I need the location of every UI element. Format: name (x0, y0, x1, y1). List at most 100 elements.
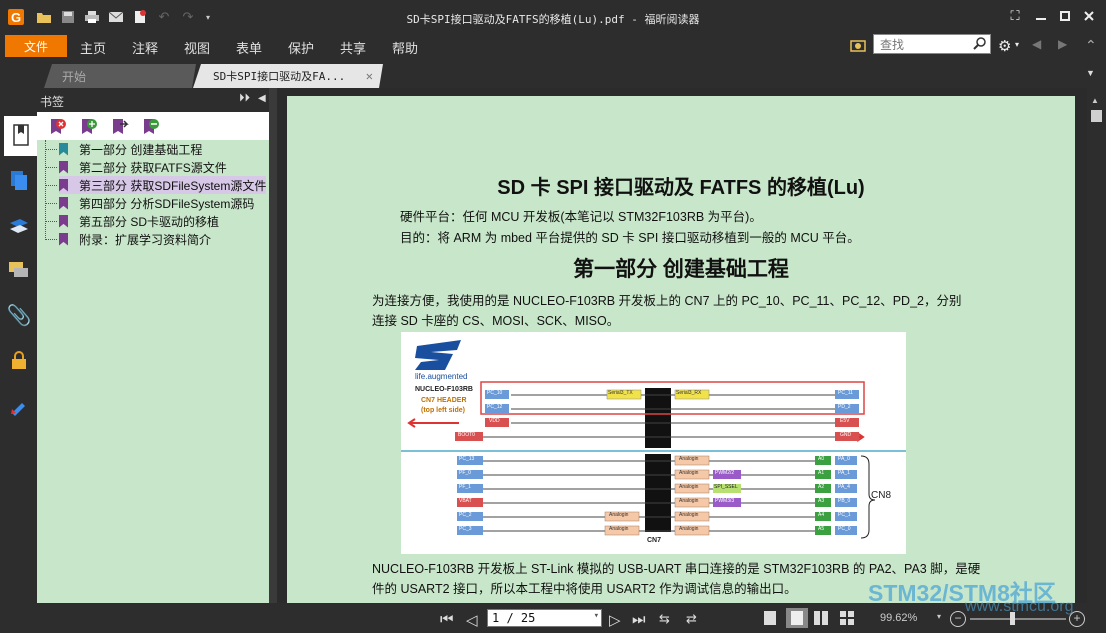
tree-connector (45, 221, 57, 222)
single-page-icon[interactable] (764, 611, 776, 625)
undo-icon[interactable]: ↶ (156, 9, 172, 25)
bookmark-toolbar (37, 112, 269, 140)
search-icon[interactable] (973, 36, 987, 53)
two-page-icon[interactable] (814, 611, 828, 628)
app-logo-icon[interactable]: G (8, 9, 24, 25)
camera-icon[interactable] (850, 37, 868, 56)
delete-bookmark-icon[interactable] (49, 118, 67, 139)
menu-protect[interactable]: 保护 (288, 38, 314, 57)
bookmark-item[interactable]: 第五部分 SD卡驱动的移植 (59, 212, 219, 230)
bookmark-item[interactable]: 附录：扩展学习资料简介 (59, 230, 211, 248)
vertical-scrollbar[interactable]: ▲ (1087, 88, 1106, 603)
previous-page-icon[interactable]: ◁ (466, 611, 478, 629)
document-viewport[interactable]: SD 卡 SPI 接口驱动及 FATFS 的移植(Lu) 硬件平台：任何 MCU… (277, 88, 1087, 616)
pdf-page: SD 卡 SPI 接口驱动及 FATFS 的移植(Lu) 硬件平台：任何 MCU… (287, 96, 1075, 616)
zoom-level[interactable]: 99.62% (880, 612, 917, 624)
menu-file[interactable]: 文件 (5, 35, 67, 57)
pinout-figure: life.augmented NUCLEO-F103RB CN7 HEADER … (401, 332, 906, 554)
zoom-slider[interactable] (970, 612, 1066, 625)
menu-view[interactable]: 视图 (184, 38, 210, 57)
minimize-icon[interactable] (1031, 7, 1051, 25)
pin-label: BOOT0 (458, 432, 475, 438)
panel-splitter[interactable] (269, 88, 277, 603)
chevron-down-icon[interactable]: ▾ (1015, 40, 1019, 49)
bookmark-item[interactable]: 第四部分 分析SDFileSystem源码 (59, 194, 254, 212)
previous-view-icon[interactable]: ⇆ (659, 611, 670, 627)
save-icon[interactable] (60, 9, 76, 25)
maximize-icon[interactable] (1055, 7, 1075, 25)
collapse-panel-icon[interactable]: ◀ (258, 93, 266, 104)
menu-form[interactable]: 表单 (236, 38, 262, 57)
search-input[interactable] (878, 36, 978, 54)
purpose-line: 目的：将 ARM 为 mbed 平台提供的 SD 卡 SPI 接口驱动移植到一般… (400, 231, 860, 245)
tab-label: SD卡SPI接口驱动及FA... (213, 70, 346, 83)
open-folder-icon[interactable] (36, 9, 52, 25)
scroll-up-icon[interactable]: ▲ (1091, 96, 1099, 105)
signature-pen-icon[interactable] (8, 395, 30, 417)
bookmark-item[interactable]: 第一部分 创建基础工程 (59, 140, 202, 158)
pin-label: A5 (818, 526, 825, 532)
security-lock-icon[interactable] (8, 349, 30, 371)
customize-icon[interactable]: ▾ (200, 9, 216, 25)
analog-label: Analogin (679, 470, 699, 476)
layers-icon[interactable] (8, 216, 30, 238)
tree-guide (45, 140, 46, 240)
next-view-icon[interactable]: ⇄ (686, 611, 697, 627)
pages-icon[interactable] (8, 169, 30, 191)
bookmark-item[interactable]: 第三部分 获取SDFileSystem源文件 (59, 176, 267, 194)
tab-close-icon[interactable]: ✕ (366, 69, 373, 83)
pin-label: VDD (489, 418, 500, 424)
bookmark-flag-icon (59, 214, 68, 228)
tab-document[interactable]: SD卡SPI接口驱动及FA... ✕ (193, 64, 383, 88)
tree-connector (45, 203, 57, 204)
pin-label: GND (840, 432, 852, 438)
menu-share[interactable]: 共享 (340, 38, 366, 57)
pin-label: PC_3 (459, 526, 472, 532)
next-page-icon[interactable]: ▷ (609, 611, 621, 629)
analog-label: Analogin (609, 512, 629, 518)
scroll-thumb[interactable] (1091, 110, 1102, 122)
tab-list-icon[interactable]: ▼ (1086, 68, 1095, 78)
zoom-dropdown-icon[interactable]: ▾ (937, 612, 941, 621)
back-arrow-icon[interactable]: ◀ (1032, 37, 1041, 51)
board-label: NUCLEO-F103RB (415, 386, 473, 393)
add-bookmark-icon[interactable] (80, 118, 98, 139)
chevron-down-icon[interactable]: ▾ (594, 611, 599, 621)
two-page-continuous-icon[interactable] (840, 611, 854, 628)
pin-label: PD_2 (838, 404, 851, 410)
zoom-out-icon[interactable]: − (950, 611, 966, 627)
go-to-bookmark-icon[interactable] (111, 118, 129, 139)
bookmark-nav-tab[interactable] (4, 116, 37, 156)
bookmark-label: 第一部分 创建基础工程 (79, 142, 203, 157)
collapse-bookmark-icon[interactable] (142, 118, 160, 139)
last-page-icon[interactable]: ⏭ (632, 611, 646, 628)
collapse-ribbon-icon[interactable]: ⌃ (1085, 37, 1097, 54)
fullscreen-icon[interactable]: ⛶ (1005, 7, 1025, 25)
print-icon[interactable] (84, 9, 100, 25)
menu-home[interactable]: 主页 (80, 38, 106, 57)
attachment-icon[interactable]: 📎 (7, 304, 32, 327)
comments-icon[interactable] (8, 259, 30, 281)
pin-label: PC_10 (487, 390, 503, 396)
email-icon[interactable] (108, 9, 124, 25)
bookmark-item[interactable]: 第二部分 获取FATFS源文件 (59, 158, 227, 176)
stamp-icon[interactable] (132, 9, 148, 25)
bookmark-panel-title: 书签 (40, 95, 65, 109)
bookmark-flag-icon (59, 142, 68, 156)
forward-arrow-icon[interactable]: ▶ (1058, 37, 1067, 51)
redo-icon[interactable]: ↷ (180, 9, 196, 25)
settings-gear-icon[interactable]: ⚙ (998, 37, 1011, 55)
navigation-rail: 📎 (0, 112, 37, 603)
menu-comment[interactable]: 注释 (132, 38, 158, 57)
bookmark-label: 第三部分 获取SDFileSystem源文件 (79, 178, 267, 193)
menu-help[interactable]: 帮助 (392, 38, 418, 57)
page-number-input[interactable]: 1 / 25 ▾ (487, 609, 602, 627)
expand-panel-icon[interactable]: ⏵⏵ (239, 92, 250, 105)
bookmark-flag-icon (59, 178, 68, 192)
close-icon[interactable] (1079, 7, 1099, 25)
first-page-icon[interactable]: ⏮ (440, 611, 454, 628)
search-field[interactable] (873, 34, 991, 54)
continuous-page-icon[interactable] (786, 608, 808, 628)
tab-start[interactable]: 开始 (44, 64, 196, 88)
st-tagline: life.augmented (415, 372, 468, 381)
